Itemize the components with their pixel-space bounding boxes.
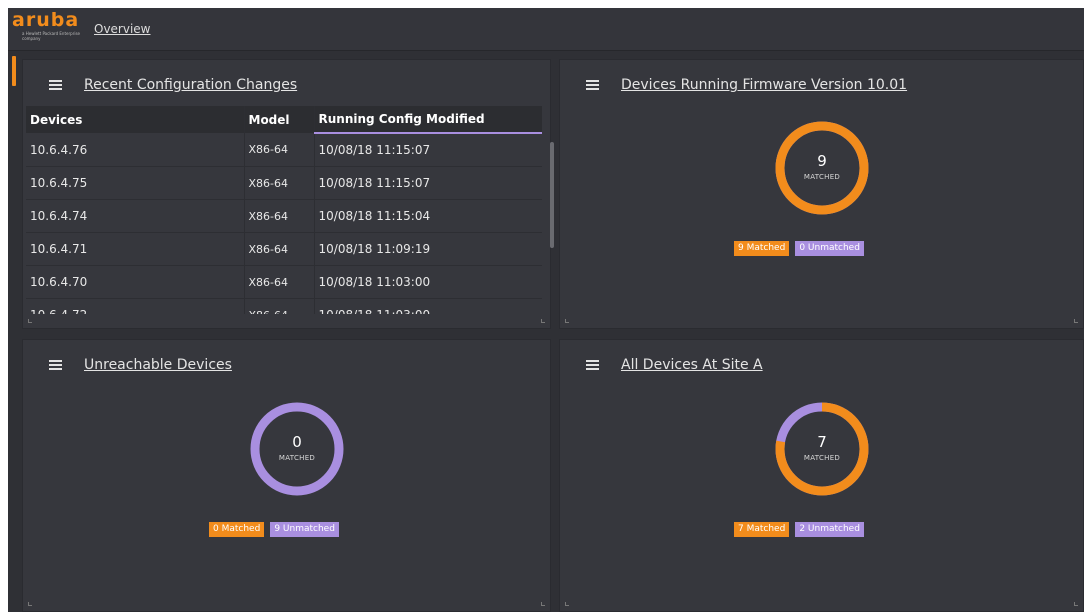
cell-device: 10.6.4.72 xyxy=(26,298,244,314)
resize-handle-icon[interactable] xyxy=(1074,602,1078,606)
matched-badge[interactable]: 7 Matched xyxy=(734,522,790,537)
resize-handle-icon[interactable] xyxy=(1074,319,1078,323)
firmware-title[interactable]: Devices Running Firmware Version 10.01 xyxy=(621,77,907,93)
active-indicator xyxy=(12,56,16,86)
resize-handle-left-icon xyxy=(28,602,32,606)
firmware-panel: Devices Running Firmware Version 10.01 9… xyxy=(559,59,1084,329)
unmatched-badge[interactable]: 0 Unmatched xyxy=(795,241,864,256)
panel-header: All Devices At Site A xyxy=(586,353,763,377)
resize-handle-icon[interactable] xyxy=(541,319,545,323)
table-header-row: Devices Model Running Config Modified xyxy=(26,106,542,134)
app-window: aruba a Hewlett Packard Enterprise compa… xyxy=(8,8,1084,612)
resize-handle-left-icon xyxy=(565,319,569,323)
cell-model: X86-64 xyxy=(243,133,314,167)
firmware-donut-chart[interactable]: 9 MATCHED xyxy=(772,118,872,218)
firmware-legend: 9 Matched 0 Unmatched xyxy=(734,241,864,256)
table-row[interactable]: 10.6.4.76 X86-64 10/08/18 11:15:07 xyxy=(26,133,542,167)
matched-badge[interactable]: 0 Matched xyxy=(209,522,265,537)
cell-modified: 10/08/18 11:15:07 xyxy=(313,133,542,167)
cell-device: 10.6.4.74 xyxy=(26,199,244,233)
cell-model: X86-64 xyxy=(243,166,314,200)
resize-handle-left-icon xyxy=(28,319,32,323)
recent-config-panel: Recent Configuration Changes Devices Mod… xyxy=(22,59,554,329)
cell-device: 10.6.4.70 xyxy=(26,265,244,299)
nav-overview-link[interactable]: Overview xyxy=(94,22,151,36)
logo-tagline: a Hewlett Packard Enterprise company xyxy=(22,31,80,41)
recent-config-title[interactable]: Recent Configuration Changes xyxy=(84,77,297,93)
panel-header: Recent Configuration Changes xyxy=(49,73,297,97)
cell-modified: 10/08/18 11:03:00 xyxy=(313,298,542,314)
panel-header: Unreachable Devices xyxy=(49,353,232,377)
site-a-legend: 7 Matched 2 Unmatched xyxy=(734,522,864,537)
unreachable-title[interactable]: Unreachable Devices xyxy=(84,357,232,373)
unmatched-badge[interactable]: 2 Unmatched xyxy=(795,522,864,537)
site-a-donut-chart[interactable]: 7 MATCHED xyxy=(772,399,872,499)
cell-device: 10.6.4.75 xyxy=(26,166,244,200)
cell-modified: 10/08/18 11:09:19 xyxy=(313,232,542,266)
unreachable-panel: Unreachable Devices 0 MATCHED 0 Matched … xyxy=(22,339,551,612)
config-table-container: Devices Model Running Config Modified 10… xyxy=(26,106,542,314)
resize-handle-icon[interactable] xyxy=(541,602,545,606)
table-scrollbar[interactable] xyxy=(550,142,554,248)
unreachable-legend: 0 Matched 9 Unmatched xyxy=(209,522,339,537)
matched-caption: MATCHED xyxy=(803,454,841,462)
site-a-panel: All Devices At Site A 7 MATCHED 7 Matche… xyxy=(559,339,1084,612)
top-bar: aruba a Hewlett Packard Enterprise compa… xyxy=(8,8,1084,51)
matched-badge[interactable]: 9 Matched xyxy=(734,241,790,256)
cell-modified: 10/08/18 11:03:00 xyxy=(313,265,542,299)
table-row[interactable]: 10.6.4.72 X86-64 10/08/18 11:03:00 xyxy=(26,298,542,314)
table-row[interactable]: 10.6.4.75 X86-64 10/08/18 11:15:07 xyxy=(26,166,542,200)
site-a-title[interactable]: All Devices At Site A xyxy=(621,357,763,373)
matched-caption: MATCHED xyxy=(278,454,316,462)
table-row[interactable]: 10.6.4.71 X86-64 10/08/18 11:09:19 xyxy=(26,232,542,266)
table-row[interactable]: 10.6.4.74 X86-64 10/08/18 11:15:04 xyxy=(26,199,542,233)
matched-count: 9 xyxy=(817,152,827,170)
cell-model: X86-64 xyxy=(243,232,314,266)
table-row[interactable]: 10.6.4.70 X86-64 10/08/18 11:03:00 xyxy=(26,265,542,299)
unmatched-badge[interactable]: 9 Unmatched xyxy=(270,522,339,537)
cell-device: 10.6.4.76 xyxy=(26,133,244,167)
unreachable-donut-chart[interactable]: 0 MATCHED xyxy=(247,399,347,499)
list-menu-icon[interactable] xyxy=(49,80,62,90)
matched-count: 7 xyxy=(817,433,827,451)
cell-model: X86-64 xyxy=(243,199,314,233)
column-header-devices[interactable]: Devices xyxy=(26,106,244,133)
cell-model: X86-64 xyxy=(243,298,314,314)
resize-handle-left-icon xyxy=(565,602,569,606)
cell-modified: 10/08/18 11:15:07 xyxy=(313,166,542,200)
config-table: Devices Model Running Config Modified 10… xyxy=(26,106,542,314)
matched-caption: MATCHED xyxy=(803,173,841,181)
cell-model: X86-64 xyxy=(243,265,314,299)
list-menu-icon[interactable] xyxy=(586,360,599,370)
column-header-model[interactable]: Model xyxy=(243,106,314,133)
cell-device: 10.6.4.71 xyxy=(26,232,244,266)
column-header-modified[interactable]: Running Config Modified xyxy=(313,106,542,134)
cell-modified: 10/08/18 11:15:04 xyxy=(313,199,542,233)
panel-header: Devices Running Firmware Version 10.01 xyxy=(586,73,907,97)
aruba-logo[interactable]: aruba a Hewlett Packard Enterprise compa… xyxy=(12,9,90,47)
logo-wordmark: aruba xyxy=(12,9,80,31)
list-menu-icon[interactable] xyxy=(49,360,62,370)
list-menu-icon[interactable] xyxy=(586,80,599,90)
matched-count: 0 xyxy=(292,433,302,451)
